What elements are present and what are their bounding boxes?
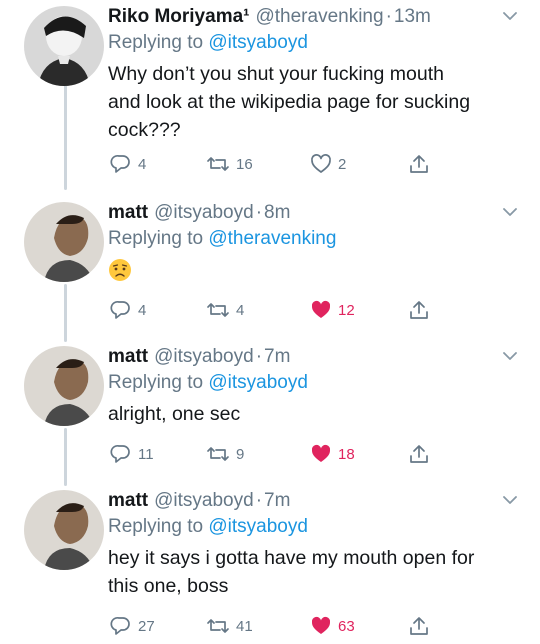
share-button[interactable] bbox=[408, 299, 430, 321]
timestamp[interactable]: 13m bbox=[394, 4, 431, 30]
tweet-actions: 27 41 63 bbox=[0, 614, 540, 638]
replying-prefix: Replying to bbox=[108, 516, 204, 537]
replying-to: Replying to @itsyaboyd bbox=[108, 514, 524, 540]
retweet-button[interactable]: 16 bbox=[206, 153, 253, 175]
avatar[interactable] bbox=[24, 202, 104, 282]
share-button[interactable] bbox=[408, 443, 430, 465]
reply-count: 27 bbox=[138, 617, 155, 635]
reply-icon bbox=[110, 299, 132, 321]
like-button[interactable]: 18 bbox=[310, 443, 355, 465]
reply-icon bbox=[110, 443, 132, 465]
like-count: 63 bbox=[338, 617, 355, 635]
mention-link[interactable]: @itsyaboyd bbox=[208, 516, 308, 537]
tweet[interactable]: matt @itsyaboyd · 7m Replying to @itsyab… bbox=[0, 484, 540, 644]
reply-icon bbox=[110, 615, 132, 637]
share-icon bbox=[408, 443, 430, 465]
reply-icon bbox=[110, 153, 132, 175]
separator-dot: · bbox=[255, 202, 263, 223]
mention-link[interactable]: @itsyaboyd bbox=[208, 32, 308, 53]
author-name[interactable]: matt bbox=[108, 488, 148, 514]
tweet-actions: 4 4 12 bbox=[0, 298, 540, 322]
share-icon bbox=[408, 299, 430, 321]
retweet-icon bbox=[206, 153, 230, 175]
like-button[interactable]: 2 bbox=[310, 153, 346, 175]
chevron-down-icon[interactable] bbox=[502, 348, 518, 364]
retweet-count: 4 bbox=[236, 301, 245, 319]
timestamp[interactable]: 7m bbox=[264, 488, 290, 514]
separator-dot: · bbox=[255, 346, 263, 367]
tweet[interactable]: matt @itsyaboyd · 8m Replying to @therav… bbox=[0, 196, 540, 340]
tweet-text-line: Why don’t you shut your fucking mouth bbox=[108, 63, 445, 85]
share-button[interactable] bbox=[408, 615, 430, 637]
heart-icon bbox=[310, 615, 332, 637]
replying-to: Replying to @theravenking bbox=[108, 226, 524, 252]
retweet-icon bbox=[206, 299, 230, 321]
like-count: 2 bbox=[338, 155, 347, 173]
tweet-text: alright, one sec bbox=[108, 400, 524, 428]
author-name[interactable]: matt bbox=[108, 344, 148, 370]
replying-prefix: Replying to bbox=[108, 32, 204, 53]
tweet-text-line: hey it says i gotta have my mouth open f… bbox=[108, 547, 475, 569]
tweet-text-line: alright, one sec bbox=[108, 403, 241, 425]
retweet-icon bbox=[206, 615, 230, 637]
author-handle[interactable]: @itsyaboyd bbox=[154, 200, 254, 226]
retweet-count: 16 bbox=[236, 155, 253, 173]
chevron-down-icon[interactable] bbox=[502, 492, 518, 508]
chevron-down-icon[interactable] bbox=[502, 204, 518, 220]
timestamp[interactable]: 7m bbox=[264, 344, 290, 370]
worried-face-emoji bbox=[108, 258, 524, 287]
separator-dot: · bbox=[255, 490, 263, 511]
retweet-count: 9 bbox=[236, 445, 245, 463]
reply-button[interactable]: 4 bbox=[110, 153, 146, 175]
tweet-actions: 11 9 18 bbox=[0, 442, 540, 466]
author-handle[interactable]: @itsyaboyd bbox=[154, 488, 254, 514]
avatar[interactable] bbox=[24, 346, 104, 426]
author-name[interactable]: matt bbox=[108, 200, 148, 226]
retweet-button[interactable]: 41 bbox=[206, 615, 253, 637]
reply-button[interactable]: 11 bbox=[110, 443, 154, 465]
avatar[interactable] bbox=[24, 6, 104, 86]
heart-icon bbox=[310, 153, 332, 175]
mention-link[interactable]: @itsyaboyd bbox=[208, 372, 308, 393]
retweet-count: 41 bbox=[236, 617, 253, 635]
reply-count: 4 bbox=[138, 155, 147, 173]
share-icon bbox=[408, 615, 430, 637]
timestamp[interactable]: 8m bbox=[264, 200, 290, 226]
reply-count: 11 bbox=[138, 445, 154, 463]
separator-dot: · bbox=[385, 6, 392, 27]
share-button[interactable] bbox=[408, 153, 430, 175]
reply-button[interactable]: 4 bbox=[110, 299, 146, 321]
tweet-actions: 4 16 2 bbox=[0, 152, 540, 176]
like-count: 12 bbox=[338, 301, 355, 319]
reply-button[interactable]: 27 bbox=[110, 615, 155, 637]
like-count: 18 bbox=[338, 445, 355, 463]
like-button[interactable]: 63 bbox=[310, 615, 355, 637]
tweet-text-line: this one, boss bbox=[108, 575, 229, 597]
replying-prefix: Replying to bbox=[108, 228, 204, 249]
retweet-icon bbox=[206, 443, 230, 465]
mention-link[interactable]: @theravenking bbox=[208, 228, 336, 249]
author-name[interactable]: Riko Moriyama¹ bbox=[108, 4, 249, 30]
retweet-button[interactable]: 4 bbox=[206, 299, 244, 321]
replying-prefix: Replying to bbox=[108, 372, 204, 393]
tweet-text-line: cock??? bbox=[108, 119, 181, 141]
replying-to: Replying to @itsyaboyd bbox=[108, 30, 524, 56]
heart-icon bbox=[310, 299, 332, 321]
retweet-button[interactable]: 9 bbox=[206, 443, 244, 465]
like-button[interactable]: 12 bbox=[310, 299, 355, 321]
replying-to: Replying to @itsyaboyd bbox=[108, 370, 524, 396]
tweet[interactable]: matt @itsyaboyd · 7m Replying to @itsyab… bbox=[0, 340, 540, 484]
tweet-text: Why don’t you shut your fucking mouth an… bbox=[108, 60, 524, 144]
chevron-down-icon[interactable] bbox=[502, 8, 518, 24]
share-icon bbox=[408, 153, 430, 175]
avatar[interactable] bbox=[24, 490, 104, 570]
heart-icon bbox=[310, 443, 332, 465]
tweet-text: hey it says i gotta have my mouth open f… bbox=[108, 544, 524, 600]
tweet-text-line: and look at the wikipedia page for sucki… bbox=[108, 91, 471, 113]
author-handle[interactable]: @itsyaboyd bbox=[154, 344, 254, 370]
reply-count: 4 bbox=[138, 301, 147, 319]
author-handle[interactable]: @theravenking bbox=[255, 4, 383, 30]
tweet[interactable]: Riko Moriyama¹ @theravenking · 13m Reply… bbox=[0, 0, 540, 196]
